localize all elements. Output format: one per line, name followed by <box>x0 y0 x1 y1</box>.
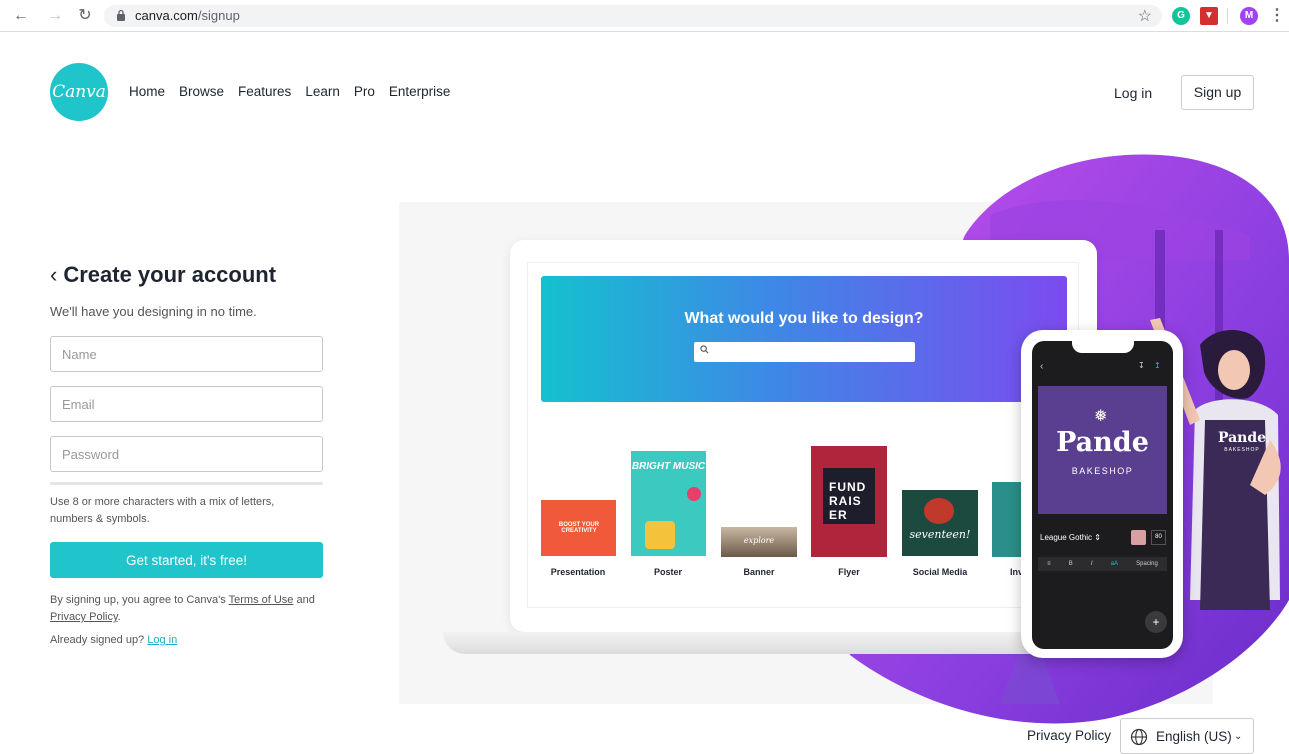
template-label-presentation[interactable]: Presentation <box>533 567 623 577</box>
pande-design-card: ❅ Pande BAKESHOP <box>1038 386 1167 514</box>
banner-thumbnail[interactable]: explore <box>721 527 797 557</box>
banner-thumbnail-text: explore <box>743 536 775 545</box>
phone-notch <box>1072 341 1134 353</box>
template-label-social-media[interactable]: Social Media <box>895 567 985 577</box>
social-thumbnail-text: seventeen! <box>909 528 971 541</box>
email-field[interactable] <box>50 386 323 422</box>
case-icon: aA <box>1110 561 1119 567</box>
form-login-link[interactable]: Log in <box>147 634 177 646</box>
spacing-label: Spacing <box>1136 561 1158 567</box>
poster-thumbnail-text: BRIGHT MUSIC <box>631 461 706 472</box>
apron-brand: Pande <box>1217 430 1267 446</box>
presentation-thumbnail-text: BOOST YOUR CREATIVITY <box>558 522 600 534</box>
password-field[interactable] <box>50 436 323 472</box>
design-search-input[interactable] <box>694 342 915 362</box>
already-signed-up: Already signed up? Log in <box>50 634 178 646</box>
poster-thumbnail[interactable]: BRIGHT MUSIC <box>631 451 706 556</box>
design-banner: What would you like to design? <box>541 276 1067 402</box>
form-subtitle: We'll have you designing in no time. <box>50 304 257 319</box>
language-selector[interactable]: English (US) ⌄ <box>1120 718 1254 754</box>
flyer-thumbnail[interactable]: FUND RAIS ER <box>811 446 887 557</box>
italic-icon: I <box>1090 561 1093 567</box>
pande-subtitle: BAKESHOP <box>1071 466 1134 476</box>
phone-mockup: ‹ ↧ ↥ ❅ Pande BAKESHOP League Gothic ⇕ 8… <box>1021 330 1183 658</box>
chevron-down-icon: ⌄ <box>1234 731 1243 742</box>
social-media-thumbnail[interactable]: seventeen! <box>902 490 978 556</box>
format-toolbar: ≡ B I aA Spacing <box>1038 557 1167 571</box>
apron-subtitle: BAKESHOP <box>1224 447 1260 453</box>
globe-icon <box>1130 728 1148 746</box>
presentation-thumbnail[interactable]: BOOST YOUR CREATIVITY <box>541 500 616 556</box>
poster-badge <box>687 487 701 501</box>
phone-back-icon: ‹ <box>1040 361 1044 372</box>
invitation-thumbnail[interactable] <box>992 482 1022 557</box>
language-label: English (US) <box>1156 729 1232 744</box>
font-size-box: 80 <box>1151 530 1166 545</box>
font-selector: League Gothic ⇕ <box>1040 533 1101 542</box>
name-field[interactable] <box>50 336 323 372</box>
pande-brand: Pande <box>1056 427 1149 458</box>
page-title: ‹ Create your account <box>50 262 277 287</box>
phone-download-icon: ↧ <box>1138 361 1145 370</box>
add-fab-icon: + <box>1145 611 1167 633</box>
phone-share-icon: ↥ <box>1154 361 1161 370</box>
get-started-button[interactable]: Get started, it's free! <box>50 542 323 578</box>
template-label-poster[interactable]: Poster <box>623 567 713 577</box>
terms-of-use-link[interactable]: Terms of Use <box>229 594 294 606</box>
search-icon <box>700 345 709 354</box>
terms-text: By signing up, you agree to Canva's Term… <box>50 594 315 623</box>
password-hint: Use 8 or more characters with a mix of l… <box>50 496 275 525</box>
template-label-flyer[interactable]: Flyer <box>804 567 894 577</box>
align-icon: ≡ <box>1047 561 1051 567</box>
phone-screen: ‹ ↧ ↥ ❅ Pande BAKESHOP League Gothic ⇕ 8… <box>1032 341 1173 649</box>
drum-shape <box>645 521 675 549</box>
bold-icon: B <box>1068 561 1073 567</box>
chevron-left-icon[interactable]: ‹ <box>50 262 57 287</box>
password-strength-bar <box>50 482 323 485</box>
footer-privacy-link[interactable]: Privacy Policy <box>1027 728 1111 743</box>
banner-title: What would you like to design? <box>684 310 924 327</box>
social-photo-shape <box>924 498 954 524</box>
wheat-icon: ❅ <box>1094 408 1108 425</box>
color-swatch <box>1131 530 1146 545</box>
flyer-thumbnail-text: FUND RAIS ER <box>829 480 867 522</box>
template-label-banner[interactable]: Banner <box>714 567 804 577</box>
privacy-policy-link[interactable]: Privacy Policy <box>50 611 118 623</box>
